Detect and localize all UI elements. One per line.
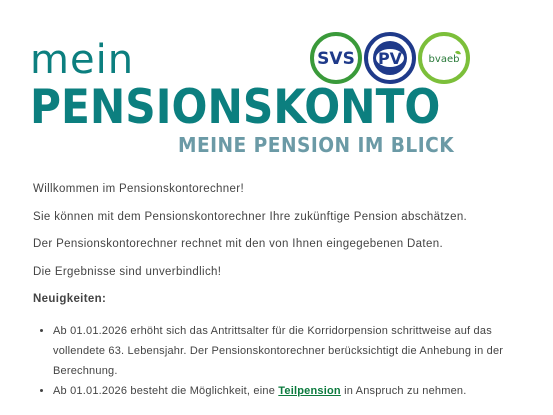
intro-text-data: Der Pensionskontorechner rechnet mit den… bbox=[33, 238, 444, 250]
page-header: mein PENSIONSKONTO MEINE PENSION IM BLIC… bbox=[0, 0, 553, 165]
intro-text-estimate: Sie können mit dem Pensionskontorechner … bbox=[33, 210, 468, 223]
teilpension-link[interactable]: Teilpension bbox=[278, 385, 341, 397]
brand-tagline: MEINE PENSION IM BLICK bbox=[178, 133, 455, 157]
pv-logo-text: PV bbox=[378, 49, 403, 68]
bvaeb-logo[interactable]: bvaeb bbox=[418, 32, 470, 84]
brand-title-mein: mein bbox=[30, 37, 135, 83]
news-item-teilpension: Ab 01.01.2026 besteht die Möglichkeit, e… bbox=[53, 381, 533, 401]
svs-logo[interactable]: SVS bbox=[310, 32, 362, 84]
bvaeb-logo-text: bvaeb bbox=[429, 54, 460, 65]
main-content: Willkommen im Pensionskontorechner! Sie … bbox=[33, 183, 533, 401]
news-item-text-after: in Anspruch zu nehmen. bbox=[340, 384, 467, 397]
pv-logo[interactable]: PV bbox=[364, 32, 416, 84]
news-item-text-before: Ab 01.01.2026 besteht die Möglichkeit, e… bbox=[53, 384, 279, 397]
news-heading: Neuigkeiten: bbox=[33, 293, 107, 305]
intro-text-disclaimer: Die Ergebnisse sind unverbindlich! bbox=[33, 265, 222, 278]
partner-logos: SVS PV bvaeb bbox=[310, 32, 470, 84]
svs-logo-text: SVS bbox=[317, 49, 355, 69]
news-list: Ab 01.01.2026 erhöht sich das Antrittsal… bbox=[33, 321, 533, 401]
brand-title-pensionskonto: PENSIONSKONTO bbox=[30, 80, 441, 135]
welcome-text: Willkommen im Pensionskontorechner! bbox=[33, 183, 245, 195]
news-item-korridorpension: Ab 01.01.2026 erhöht sich das Antrittsal… bbox=[53, 321, 533, 381]
